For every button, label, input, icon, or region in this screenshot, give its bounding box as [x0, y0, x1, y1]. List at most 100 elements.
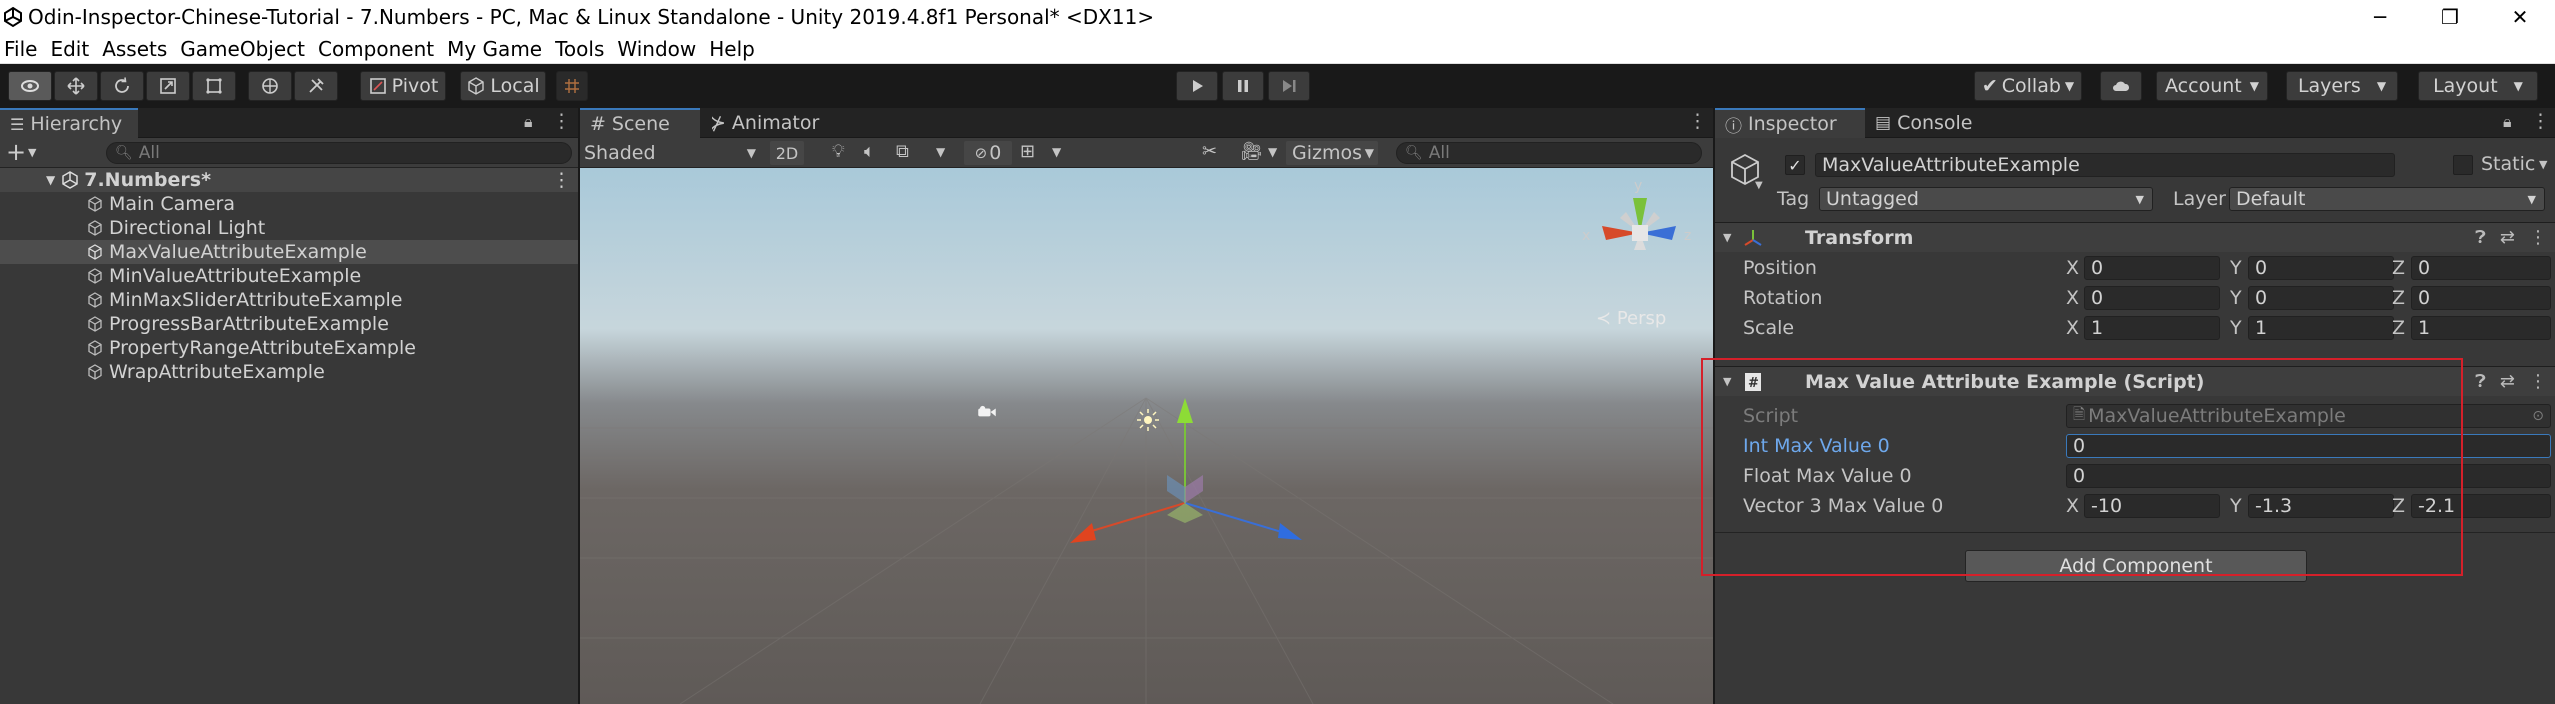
- rotation-y-field[interactable]: 0: [2248, 286, 2394, 310]
- orientation-gizmo[interactable]: y x z: [1580, 178, 1700, 288]
- persp-toggle[interactable]: ≺ Persp: [1596, 308, 1666, 329]
- hierarchy-item[interactable]: Main Camera: [0, 192, 578, 216]
- rotate-tool-button[interactable]: [100, 71, 144, 101]
- maximize-button[interactable]: ❐: [2415, 0, 2485, 34]
- collab-dropdown[interactable]: ✔ Collab ▼: [1974, 71, 2082, 101]
- account-dropdown[interactable]: Account ▼: [2156, 71, 2268, 101]
- object-name-input[interactable]: MaxValueAttributeExample: [1815, 153, 2395, 177]
- pivot-toggle[interactable]: Pivot: [360, 71, 446, 101]
- effects-icon[interactable]: ⧉: [896, 141, 909, 162]
- menu-file[interactable]: File: [4, 37, 37, 61]
- menu-tools[interactable]: Tools: [555, 37, 604, 61]
- dropdown-arrow-icon[interactable]: ▼: [1268, 145, 1277, 159]
- create-plus-icon[interactable]: +: [6, 138, 26, 166]
- cloud-button[interactable]: [2100, 71, 2142, 101]
- active-checkbox[interactable]: ✓: [1785, 155, 1805, 175]
- minimize-button[interactable]: ─: [2345, 0, 2415, 34]
- menu-help[interactable]: Help: [709, 37, 755, 61]
- hierarchy-search-input[interactable]: 🔍︎ All: [106, 142, 572, 164]
- help-icon[interactable]: ❓︎: [2475, 227, 2486, 248]
- hierarchy-item[interactable]: ProgressBarAttributeExample: [0, 312, 578, 336]
- pause-button[interactable]: [1222, 71, 1264, 101]
- tab-scene[interactable]: # Scene: [580, 108, 700, 138]
- expand-arrow-icon[interactable]: ▼: [46, 173, 55, 187]
- tab-inspector[interactable]: ⓘ Inspector: [1715, 108, 1865, 138]
- camera-icon[interactable]: 🎥︎: [1240, 141, 1263, 162]
- step-button[interactable]: [1268, 71, 1310, 101]
- main-camera-icon[interactable]: [976, 405, 998, 419]
- menu-my-game[interactable]: My Game: [447, 37, 542, 61]
- position-y-field[interactable]: 0: [2248, 256, 2394, 280]
- audio-icon[interactable]: 🔈︎: [864, 141, 875, 162]
- tab-hierarchy[interactable]: ☰ Hierarchy: [0, 108, 138, 138]
- more-options-icon[interactable]: ⋮: [1688, 110, 1707, 132]
- more-options-icon[interactable]: ⋮: [552, 110, 571, 132]
- more-options-icon[interactable]: ⋮: [552, 169, 571, 191]
- gizmos-dropdown[interactable]: Gizmos ▼: [1286, 141, 1378, 165]
- mode-2d-toggle[interactable]: 2D: [770, 141, 804, 165]
- transform-header[interactable]: ▼ Transform ❓︎ ⇄ ⋮: [1715, 222, 2555, 252]
- move-tool-button[interactable]: [54, 71, 98, 101]
- more-options-icon[interactable]: ⋮: [2529, 227, 2547, 248]
- dropdown-arrow-icon[interactable]: ▼: [936, 145, 945, 159]
- scene-viewport[interactable]: y x z ≺ Persp: [580, 168, 1713, 704]
- grid-toggle-icon[interactable]: ⊞: [1020, 141, 1035, 162]
- lock-icon[interactable]: 🔒︎: [524, 112, 533, 132]
- axis-x-label[interactable]: X: [2066, 257, 2079, 279]
- tab-animator[interactable]: ⊁ Animator: [700, 108, 830, 138]
- menu-window[interactable]: Window: [617, 37, 696, 61]
- menu-component[interactable]: Component: [318, 37, 434, 61]
- rect-tool-button[interactable]: [192, 71, 236, 101]
- layout-dropdown[interactable]: Layout ▼: [2418, 71, 2538, 101]
- lock-icon[interactable]: 🔒︎: [2503, 112, 2512, 132]
- scale-tool-button[interactable]: [146, 71, 190, 101]
- more-options-icon[interactable]: ⋮: [2529, 371, 2547, 392]
- tag-dropdown[interactable]: Untagged ▼: [1819, 187, 2153, 211]
- shading-mode-dropdown[interactable]: Shaded ▼: [584, 141, 760, 165]
- dropdown-arrow-icon[interactable]: ▼: [1755, 180, 1763, 191]
- rotation-x-field[interactable]: 0: [2084, 286, 2220, 310]
- axis-z-label[interactable]: Z: [2392, 257, 2405, 279]
- help-icon[interactable]: ❓︎: [2475, 371, 2486, 392]
- axis-x-label[interactable]: X: [2066, 317, 2079, 339]
- hierarchy-item-selected[interactable]: MaxValueAttributeExample: [0, 240, 578, 264]
- foldout-arrow-icon[interactable]: ▼: [1723, 231, 1731, 244]
- hierarchy-item[interactable]: MinValueAttributeExample: [0, 264, 578, 288]
- scene-search-input[interactable]: 🔍︎ All: [1396, 142, 1702, 164]
- play-button[interactable]: [1176, 71, 1218, 101]
- axis-y-label[interactable]: Y: [2230, 317, 2242, 339]
- hierarchy-item[interactable]: Directional Light: [0, 216, 578, 240]
- hidden-objects-toggle[interactable]: ⊘ 0: [964, 141, 1012, 165]
- axis-y-label[interactable]: Y: [2230, 257, 2242, 279]
- hierarchy-item[interactable]: WrapAttributeExample: [0, 360, 578, 384]
- transform-gizmo[interactable]: [1040, 348, 1340, 548]
- directional-light-icon[interactable]: [1136, 408, 1160, 432]
- position-x-field[interactable]: 0: [2084, 256, 2220, 280]
- menu-edit[interactable]: Edit: [50, 37, 89, 61]
- rotation-z-field[interactable]: 0: [2411, 286, 2551, 310]
- tab-console[interactable]: ▤ Console: [1865, 108, 2005, 138]
- lighting-icon[interactable]: 💡︎: [832, 141, 845, 162]
- scale-z-field[interactable]: 1: [2411, 316, 2551, 340]
- layer-dropdown[interactable]: Default ▼: [2229, 187, 2545, 211]
- custom-tool-button[interactable]: [294, 71, 338, 101]
- axis-z-label[interactable]: Z: [2392, 287, 2405, 309]
- tools-icon[interactable]: ✂: [1202, 141, 1217, 162]
- position-z-field[interactable]: 0: [2411, 256, 2551, 280]
- preset-icon[interactable]: ⇄: [2500, 227, 2515, 248]
- layers-dropdown[interactable]: Layers ▼: [2286, 71, 2398, 101]
- static-checkbox[interactable]: [2453, 155, 2473, 175]
- view-tool-button[interactable]: [8, 71, 52, 101]
- close-button[interactable]: ✕: [2485, 0, 2555, 34]
- dropdown-arrow-icon[interactable]: ▼: [2539, 158, 2547, 171]
- dropdown-arrow-icon[interactable]: ▼: [1052, 145, 1061, 159]
- axis-z-label[interactable]: Z: [2392, 317, 2405, 339]
- axis-x-label[interactable]: X: [2066, 287, 2079, 309]
- snap-button[interactable]: [556, 71, 588, 101]
- hierarchy-item[interactable]: PropertyRangeAttributeExample: [0, 336, 578, 360]
- local-toggle[interactable]: Local: [460, 71, 546, 101]
- axis-y-label[interactable]: Y: [2230, 287, 2242, 309]
- transform-tool-button[interactable]: [248, 71, 292, 101]
- scene-root-row[interactable]: ▼ 7.Numbers* ⋮: [0, 168, 578, 192]
- more-options-icon[interactable]: ⋮: [2531, 110, 2550, 132]
